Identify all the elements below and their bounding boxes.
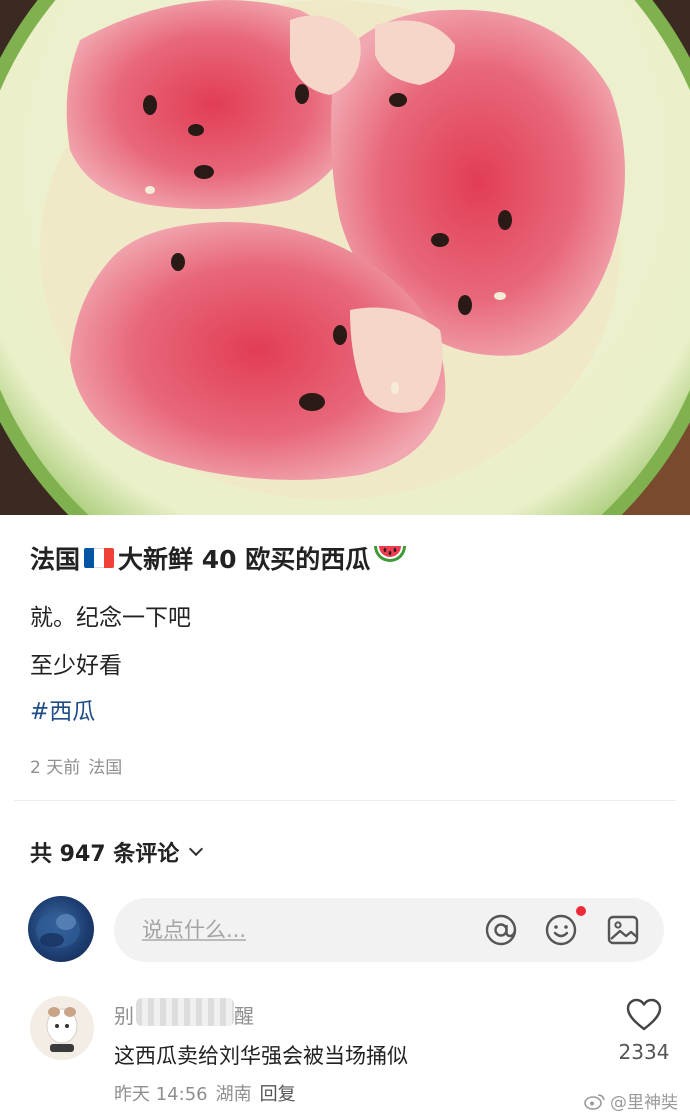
emoji-icon[interactable]	[544, 913, 578, 947]
watermark-text: @里神奘	[610, 1093, 678, 1113]
comment-input-box[interactable]	[114, 898, 664, 962]
comment-location: 湖南	[215, 1084, 252, 1105]
comment-meta: 昨天 14:56 湖南 回复	[114, 1080, 296, 1106]
reply-button[interactable]: 回复	[260, 1080, 296, 1106]
commenter-name-start: 别	[114, 1004, 134, 1028]
watermark: @里神奘	[584, 1088, 678, 1113]
weibo-icon	[584, 1093, 605, 1110]
chevron-down-icon	[189, 841, 204, 857]
comment-text[interactable]: 这西瓜卖给刘华强会被当场捅似	[114, 1040, 408, 1070]
hashtag-link[interactable]: #西瓜	[30, 692, 95, 726]
watermelon-icon	[372, 542, 408, 574]
comment-sort-toggle[interactable]: 共 947 条评论	[30, 836, 204, 868]
post-location[interactable]: 法国	[88, 753, 122, 778]
image-icon[interactable]	[606, 913, 640, 947]
comment-time: 昨天 14:56	[114, 1084, 208, 1105]
heart-icon[interactable]	[626, 998, 662, 1032]
commenter-avatar[interactable]	[30, 996, 94, 1060]
post-meta: 2 天前 法国	[30, 753, 122, 778]
france-flag-icon	[84, 548, 115, 568]
name-blur-mask	[136, 998, 234, 1026]
post-title: 法国 大新鲜 40 欧买的西瓜	[30, 540, 408, 576]
comment-count-label: 共 947 条评论	[30, 842, 180, 867]
avatar-image	[36, 912, 80, 948]
at-icon[interactable]	[484, 913, 518, 947]
post-body-line: 至少好看	[30, 653, 122, 679]
watermelon-photo	[0, 0, 690, 515]
post-time: 2 天前	[30, 758, 81, 778]
notification-dot	[576, 906, 586, 916]
comment-input[interactable]	[142, 912, 462, 948]
like-count: 2334	[618, 1040, 670, 1064]
post-title-text: 大新鲜 40 欧买的西瓜	[118, 545, 371, 574]
divider	[14, 800, 676, 801]
post-title-prefix: 法国	[30, 545, 81, 574]
commenter-name-end: 醒	[234, 1004, 254, 1028]
post-body-line: 就。纪念一下吧	[30, 605, 191, 631]
avatar-image	[30, 996, 94, 1060]
user-avatar[interactable]	[28, 896, 94, 962]
post-photo[interactable]	[0, 0, 690, 515]
